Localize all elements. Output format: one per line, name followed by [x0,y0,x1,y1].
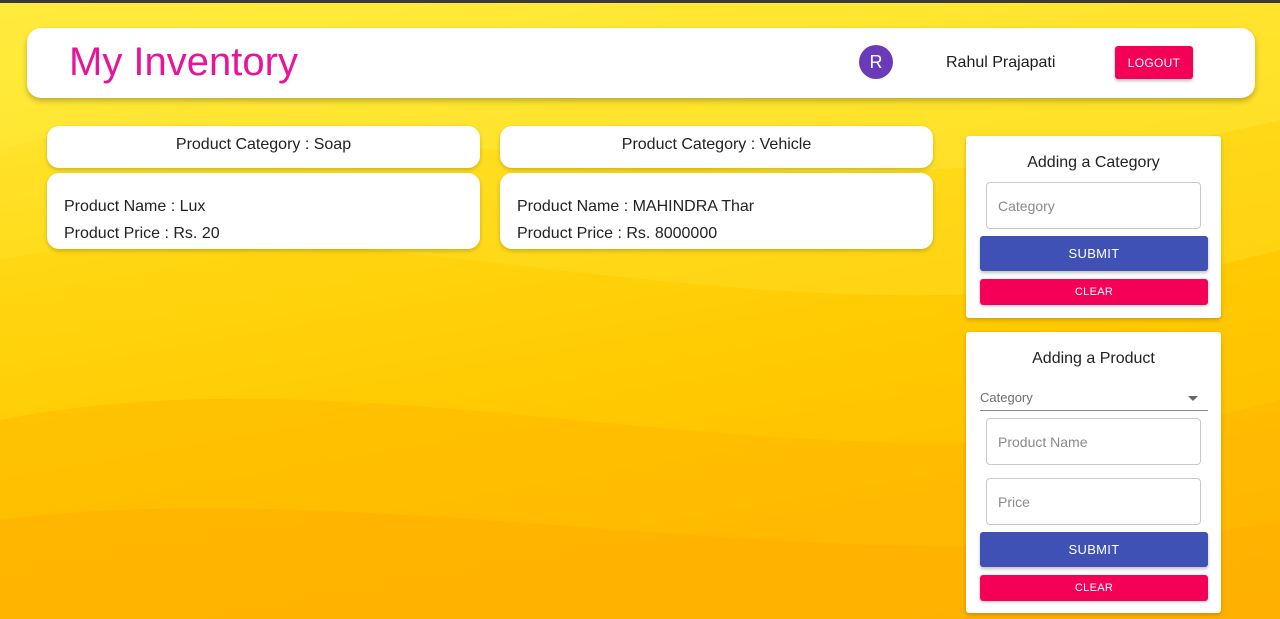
product-clear-button[interactable]: CLEAR [980,575,1208,601]
category-header-soap: Product Category : Soap [47,126,480,168]
dropdown-arrow-icon [1188,396,1198,401]
logout-button[interactable]: LOGOUT [1115,46,1193,79]
category-input[interactable] [986,182,1201,229]
product-price: Product Price : Rs. 8000000 [517,225,718,242]
product-card-lux: Product Name : Lux Product Price : Rs. 2… [47,173,480,249]
user-name: Rahul Prajapati [946,54,1056,71]
add-product-title: Adding a Product [1032,350,1155,367]
product-category-select[interactable]: Category [980,387,1208,411]
window-top-border [0,0,1280,3]
product-price: Product Price : Rs. 20 [64,225,220,242]
product-name-input[interactable] [986,418,1201,465]
user-avatar[interactable]: R [859,45,893,79]
price-input[interactable] [986,478,1201,525]
product-name: Product Name : MAHINDRA Thar [517,198,755,215]
category-submit-button[interactable]: SUBMIT [980,236,1208,271]
product-submit-button[interactable]: SUBMIT [980,532,1208,567]
app-header: My Inventory R Rahul Prajapati LOGOUT [27,28,1255,98]
add-product-panel: Adding a Product Category SUBMIT CLEAR [966,332,1221,613]
category-header-vehicle: Product Category : Vehicle [500,126,933,168]
add-category-panel: Adding a Category SUBMIT CLEAR [966,136,1221,318]
product-name: Product Name : Lux [64,198,206,215]
product-card-thar: Product Name : MAHINDRA Thar Product Pri… [500,173,933,249]
app-title: My Inventory [69,40,298,84]
select-label: Category [980,390,1033,405]
add-category-title: Adding a Category [1027,154,1160,171]
category-clear-button[interactable]: CLEAR [980,279,1208,305]
